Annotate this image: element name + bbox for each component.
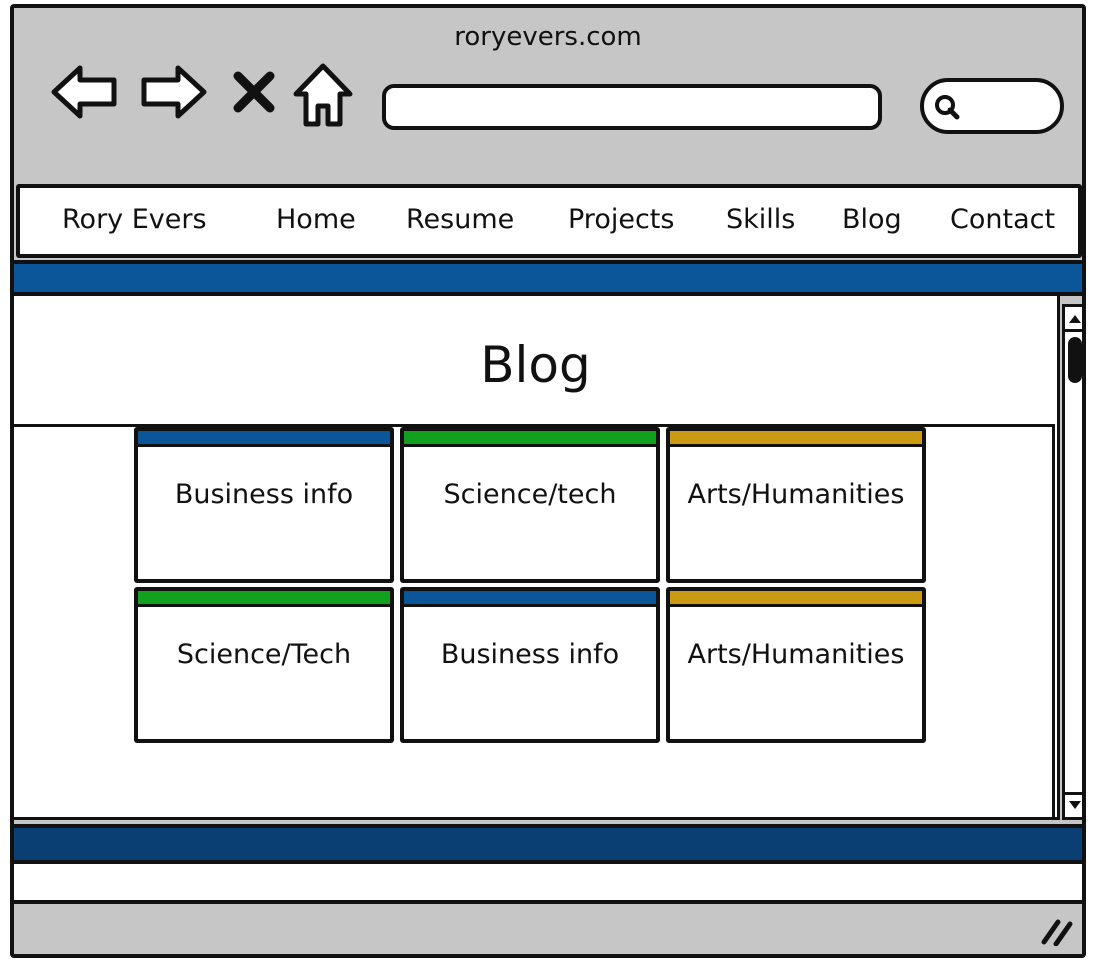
- card-label: Arts/Humanities: [687, 639, 905, 670]
- browser-window: roryevers.com Rory Evers Home Resume Pro…: [10, 4, 1086, 958]
- resize-grip-icon[interactable]: [1040, 916, 1074, 950]
- nav-resume[interactable]: Resume: [406, 204, 514, 235]
- scroll-up-arrow-icon[interactable]: [1065, 309, 1082, 332]
- status-bar: [14, 904, 1082, 954]
- vertical-scrollbar[interactable]: [1062, 304, 1082, 820]
- browser-search-box[interactable]: [920, 78, 1064, 134]
- page-content: Blog Business info Science/tech Arts/Hum…: [14, 296, 1060, 820]
- scroll-thumb[interactable]: [1068, 337, 1082, 383]
- blog-card-science-tech[interactable]: Science/tech: [400, 427, 660, 583]
- nav-skills[interactable]: Skills: [726, 204, 795, 235]
- back-arrow-icon[interactable]: [48, 60, 120, 124]
- footer-area: [14, 864, 1082, 904]
- card-color-bar: [404, 591, 656, 607]
- address-bar-input[interactable]: [382, 84, 882, 130]
- card-color-bar: [404, 431, 656, 447]
- card-label: Science/tech: [443, 479, 617, 510]
- card-label: Arts/Humanities: [687, 479, 905, 510]
- blog-card-business-info-2[interactable]: Business info: [400, 587, 660, 743]
- site-navigation: Rory Evers Home Resume Projects Skills B…: [16, 184, 1082, 258]
- card-label: Science/Tech: [176, 639, 352, 670]
- nav-blog[interactable]: Blog: [842, 204, 902, 235]
- card-color-bar: [670, 591, 922, 607]
- header-stripe: [14, 260, 1082, 296]
- card-color-bar: [138, 431, 390, 447]
- footer-stripe: [14, 824, 1082, 864]
- scroll-down-arrow-icon[interactable]: [1065, 792, 1082, 815]
- search-icon: [932, 92, 962, 126]
- card-label: Business info: [440, 639, 620, 670]
- page-title: Blog: [480, 336, 591, 394]
- home-icon[interactable]: [292, 60, 354, 130]
- nav-site-name[interactable]: Rory Evers: [62, 204, 207, 235]
- blog-category-grid: Business info Science/tech Arts/Humaniti…: [14, 424, 1055, 818]
- nav-contact[interactable]: Contact: [950, 204, 1055, 235]
- nav-projects[interactable]: Projects: [568, 204, 674, 235]
- card-label: Business info: [174, 479, 354, 510]
- nav-home[interactable]: Home: [276, 204, 356, 235]
- blog-card-science-tech-2[interactable]: Science/Tech: [134, 587, 394, 743]
- blog-card-business-info[interactable]: Business info: [134, 427, 394, 583]
- blog-card-arts-humanities-2[interactable]: Arts/Humanities: [666, 587, 926, 743]
- close-x-icon[interactable]: [232, 70, 276, 114]
- browser-toolbar: roryevers.com: [14, 8, 1082, 182]
- window-title: roryevers.com: [454, 22, 642, 52]
- forward-arrow-icon[interactable]: [138, 60, 210, 124]
- blog-card-arts-humanities[interactable]: Arts/Humanities: [666, 427, 926, 583]
- card-color-bar: [138, 591, 390, 607]
- card-color-bar: [670, 431, 922, 447]
